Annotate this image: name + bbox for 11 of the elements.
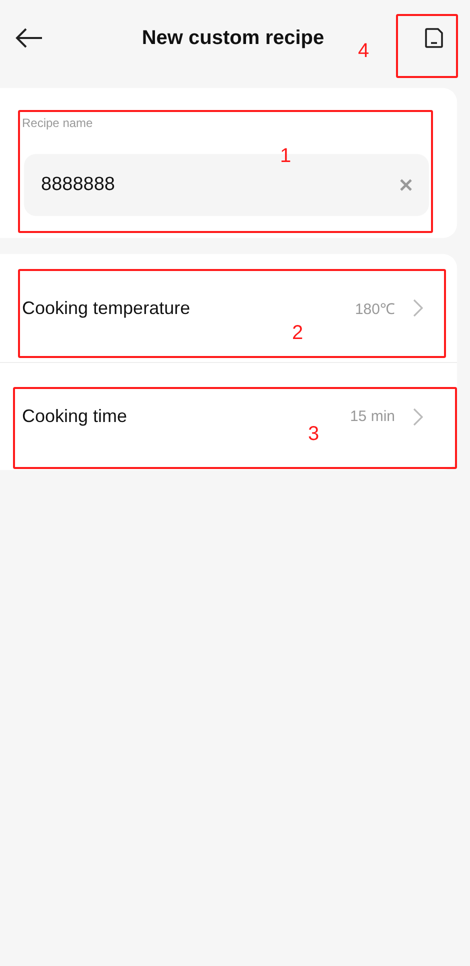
- annotation-number: 2: [292, 322, 304, 345]
- annotation-number: 3: [308, 423, 320, 446]
- back-button[interactable]: [14, 26, 44, 50]
- recipe-name-field[interactable]: 8888888: [41, 174, 399, 196]
- chevron-icon: [413, 408, 423, 426]
- annotation-number: 4: [358, 40, 370, 63]
- chevron-icon: [413, 299, 423, 317]
- clear-icon[interactable]: [399, 178, 413, 192]
- page-title: New custom recipe: [142, 26, 324, 50]
- field-label: Recipe name: [22, 116, 93, 130]
- annotation-box: [396, 14, 458, 78]
